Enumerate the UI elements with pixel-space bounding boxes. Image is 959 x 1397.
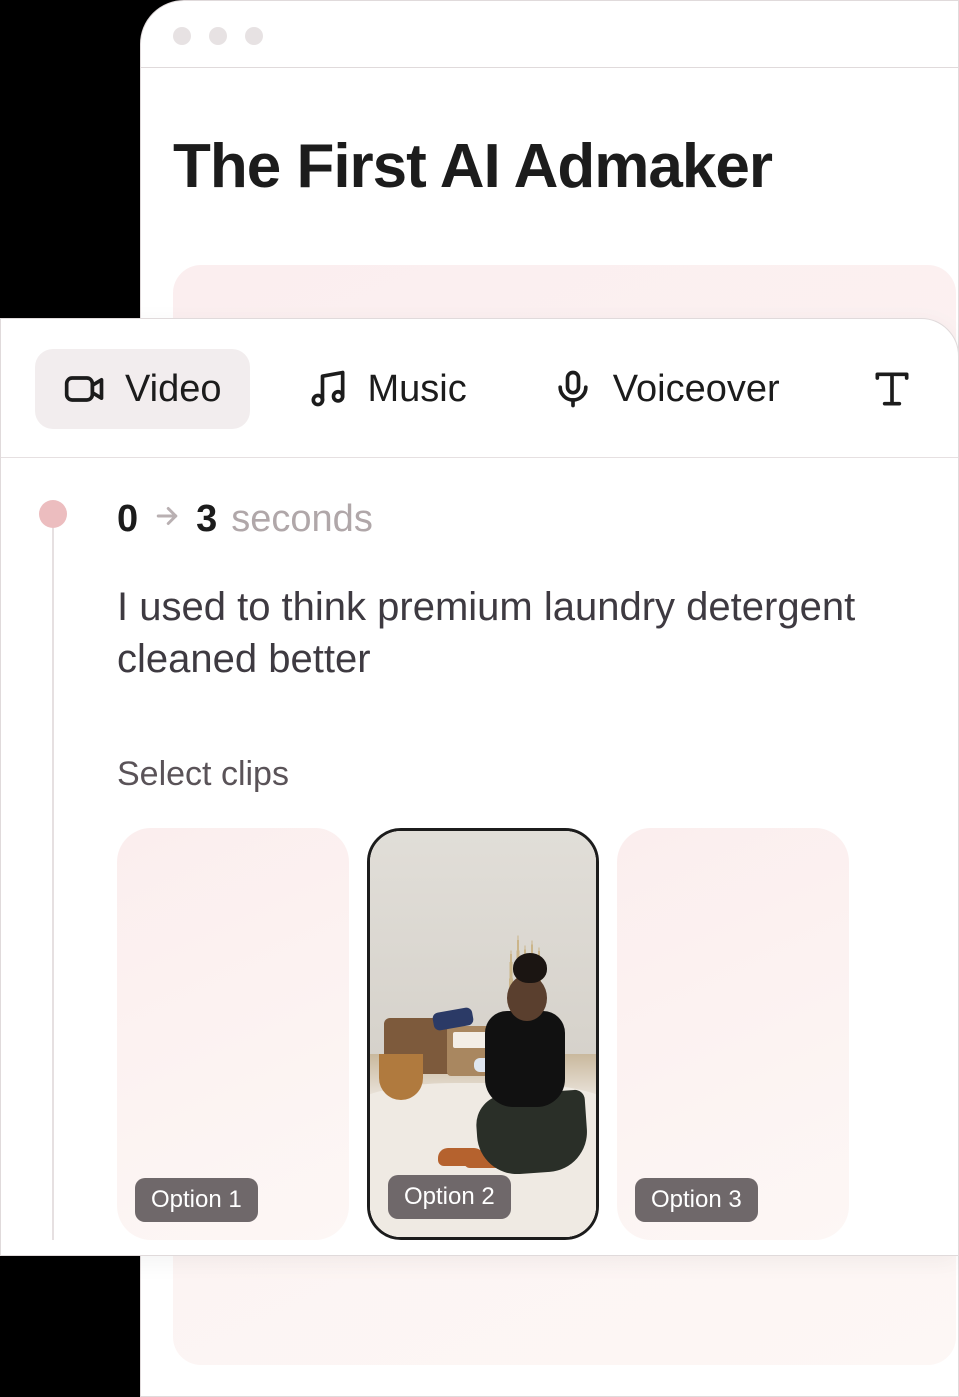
timeline-marker	[39, 500, 67, 528]
editor-content: 0 3 seconds I used to think premium laun…	[1, 458, 958, 1240]
editor-panel: Video Music Voiceover	[0, 318, 959, 1256]
clip-option-2[interactable]: Option 2	[367, 828, 599, 1240]
time-start: 0	[117, 498, 138, 541]
text-type-icon	[870, 367, 914, 411]
titlebar-divider	[141, 67, 958, 68]
microphone-icon	[551, 367, 595, 411]
tab-music[interactable]: Music	[278, 349, 495, 429]
video-camera-icon	[63, 367, 107, 411]
tab-label: Video	[125, 368, 222, 411]
tab-text[interactable]	[852, 349, 924, 429]
clip-option-3[interactable]: Option 3	[617, 828, 849, 1240]
clip-badge: Option 2	[388, 1175, 511, 1219]
clip-option-1[interactable]: Option 1	[117, 828, 349, 1240]
tab-label: Music	[368, 368, 467, 411]
select-clips-label: Select clips	[117, 755, 934, 794]
clip-badge: Option 1	[135, 1178, 258, 1222]
script-segment: 0 3 seconds I used to think premium laun…	[117, 498, 958, 1240]
window-dot	[173, 27, 191, 45]
window-dot	[209, 27, 227, 45]
clip-badge: Option 3	[635, 1178, 758, 1222]
clips-row: Option 1	[117, 828, 934, 1240]
tab-label: Voiceover	[613, 368, 780, 411]
time-end: 3	[196, 498, 217, 541]
window-dot	[245, 27, 263, 45]
music-note-icon	[306, 367, 350, 411]
arrow-right-icon	[152, 498, 182, 541]
window-traffic-lights	[173, 27, 263, 45]
time-range: 0 3 seconds	[117, 498, 934, 541]
page-title: The First AI Admaker	[173, 131, 926, 202]
timeline-line	[52, 528, 54, 1240]
time-unit: seconds	[231, 498, 373, 541]
tab-voiceover[interactable]: Voiceover	[523, 349, 808, 429]
script-text: I used to think premium laundry detergen…	[117, 581, 897, 685]
tab-video[interactable]: Video	[35, 349, 250, 429]
editor-tabbar: Video Music Voiceover	[1, 319, 958, 458]
